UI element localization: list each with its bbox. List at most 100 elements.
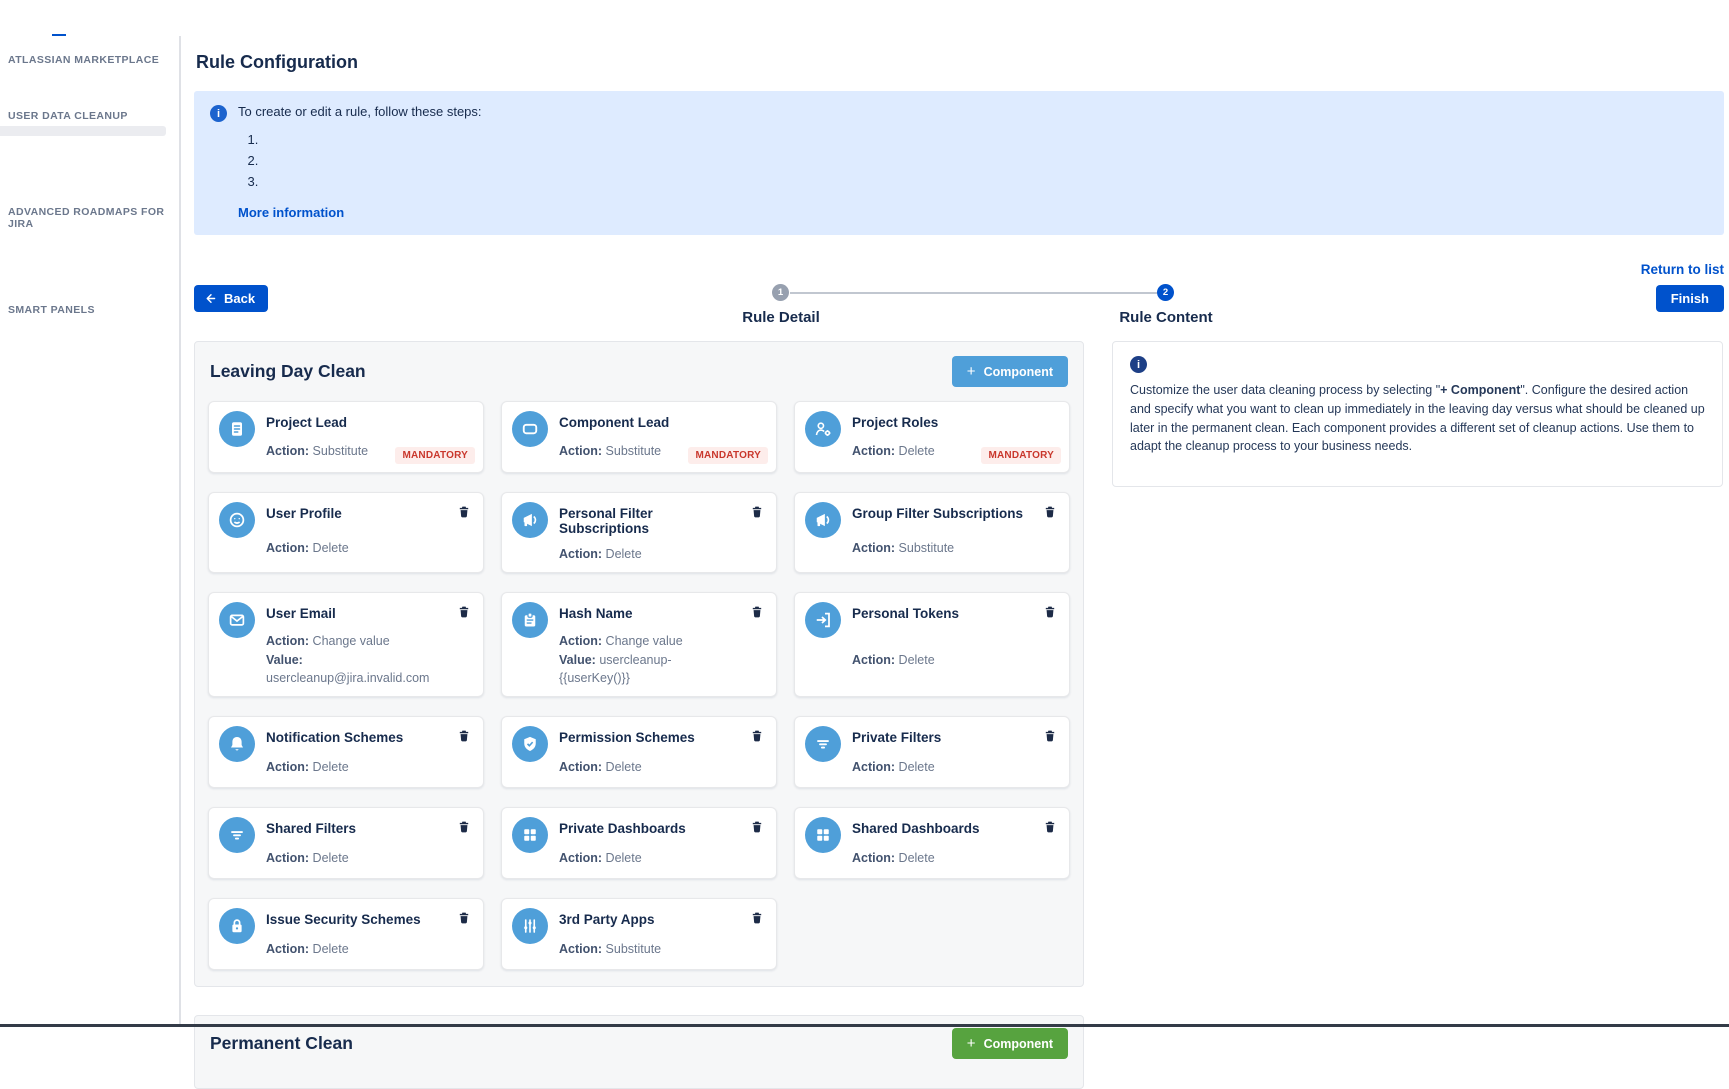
trash-icon[interactable] (1041, 602, 1059, 623)
dashboard-icon (512, 817, 548, 853)
nav-item[interactable] (66, 0, 80, 36)
sidebar-section-items (0, 70, 179, 90)
action-value: Substitute (899, 541, 955, 555)
nav-item[interactable] (52, 0, 66, 36)
sidebar-item[interactable] (0, 156, 179, 166)
sidebar-item[interactable] (0, 176, 179, 186)
action-value: Substitute (606, 444, 662, 458)
sidebar-item[interactable] (0, 244, 179, 254)
trash-icon[interactable] (748, 602, 766, 623)
card-title: 3rd Party Apps (559, 908, 737, 927)
sidebar-item[interactable] (0, 360, 179, 370)
action-value: Delete (899, 760, 935, 774)
card-action-line: Action: Delete (266, 758, 444, 777)
card-action-line: Action: Change value (559, 632, 737, 651)
sidebar-item[interactable] (0, 320, 179, 330)
nav-item[interactable] (80, 0, 94, 36)
nav-item[interactable] (10, 0, 24, 36)
component-card: Shared Dashboards Action: Delete (794, 807, 1070, 879)
sidebar-item[interactable] (0, 146, 179, 156)
rule-content-text-bold: + Component (1440, 383, 1520, 397)
nav-item[interactable] (108, 0, 122, 36)
main-content: Rule Configuration i To create or edit a… (181, 36, 1729, 1025)
action-label: Action: (266, 942, 309, 956)
component-card: Shared Filters Action: Delete (208, 807, 484, 879)
sidebar-item[interactable] (0, 80, 179, 90)
token-arrow-icon (805, 602, 841, 638)
trash-icon[interactable] (455, 908, 473, 929)
sidebar-item[interactable] (0, 350, 179, 360)
bell-icon (219, 726, 255, 762)
card-title: Permission Schemes (559, 726, 737, 745)
trash-icon[interactable] (748, 817, 766, 838)
stepper-line (790, 292, 1157, 294)
step-2-indicator[interactable]: 2 (1157, 284, 1174, 301)
rule-content-text: Customize the user data cleaning process… (1130, 381, 1705, 456)
megaphone-icon (805, 502, 841, 538)
action-value: Substitute (313, 444, 369, 458)
component-card: Private Dashboards Action: Delete (501, 807, 777, 879)
trash-icon[interactable] (1041, 726, 1059, 747)
add-component-button-leaving[interactable]: + Component (952, 356, 1068, 387)
sidebar-item[interactable] (0, 70, 179, 80)
trash-icon[interactable] (455, 817, 473, 838)
sidebar-item[interactable] (0, 234, 179, 244)
trash-icon[interactable] (455, 602, 473, 623)
card-title: Project Lead (266, 411, 444, 430)
action-label: Action: (852, 444, 895, 458)
megaphone-icon (512, 502, 548, 538)
card-value-line: Value: usercleanup-{{userKey()}} (559, 651, 737, 689)
trash-icon[interactable] (455, 502, 473, 523)
nav-item[interactable] (38, 0, 52, 36)
component-card: Group Filter Subscriptions Action: Subst… (794, 492, 1070, 573)
nav-item[interactable] (94, 0, 108, 36)
step-2-label: Rule Content (1119, 309, 1212, 326)
sidebar-item[interactable] (0, 330, 179, 340)
card-title: Issue Security Schemes (266, 908, 444, 927)
sidebar-item[interactable] (0, 166, 179, 176)
action-value: Delete (313, 760, 349, 774)
sidebar-item[interactable] (0, 274, 179, 284)
permanent-clean-header: Permanent Clean + Component (210, 1028, 1068, 1059)
card-action-line: Action: Delete (559, 545, 737, 564)
card-action-line: Action: Delete (852, 849, 1030, 868)
component-card: Issue Security Schemes Action: Delete (208, 898, 484, 970)
value-label: Value: (559, 653, 596, 667)
trash-icon[interactable] (748, 726, 766, 747)
card-title: Notification Schemes (266, 726, 444, 745)
step-1-indicator[interactable]: 1 (772, 284, 789, 301)
more-information-link[interactable]: More information (238, 205, 344, 220)
card-meta: Action: Delete (559, 545, 737, 564)
banner-step (262, 150, 482, 171)
card-meta: Action: Change value Value: usercleanup-… (559, 632, 737, 688)
add-component-button-permanent[interactable]: + Component (952, 1028, 1068, 1059)
sidebar-item[interactable] (0, 136, 179, 146)
value-value: usercleanup@jira.invalid.com (266, 671, 429, 685)
back-button[interactable]: Back (194, 285, 268, 312)
action-value: Delete (606, 547, 642, 561)
return-to-list-link[interactable]: Return to list (1641, 262, 1724, 277)
finish-button[interactable]: Finish (1656, 285, 1724, 312)
trash-icon[interactable] (748, 502, 766, 523)
card-value-line: Value: usercleanup@jira.invalid.com (266, 651, 444, 689)
action-value: Change value (313, 634, 390, 648)
sidebar-section-items (0, 320, 179, 370)
component-card: Notification Schemes Action: Delete (208, 716, 484, 788)
trash-icon[interactable] (455, 726, 473, 747)
nav-item[interactable] (24, 0, 38, 36)
sidebar-item[interactable] (0, 264, 179, 274)
sidebar-item[interactable] (0, 340, 179, 350)
sidebar-item[interactable] (0, 254, 179, 264)
action-label: Action: (559, 851, 602, 865)
card-action-line: Action: Delete (266, 940, 444, 959)
trash-icon[interactable] (1041, 817, 1059, 838)
add-component-label: Component (984, 1037, 1053, 1051)
bottom-divider (0, 1024, 1729, 1027)
rule-content-panel: i Customize the user data cleaning proce… (1112, 341, 1723, 487)
sidebar-item[interactable] (0, 126, 166, 136)
trash-icon[interactable] (748, 908, 766, 929)
card-action-line: Action: Delete (559, 758, 737, 777)
rule-content-text-before: Customize the user data cleaning process… (1130, 383, 1440, 397)
card-title: User Email (266, 602, 444, 621)
trash-icon[interactable] (1041, 502, 1059, 523)
